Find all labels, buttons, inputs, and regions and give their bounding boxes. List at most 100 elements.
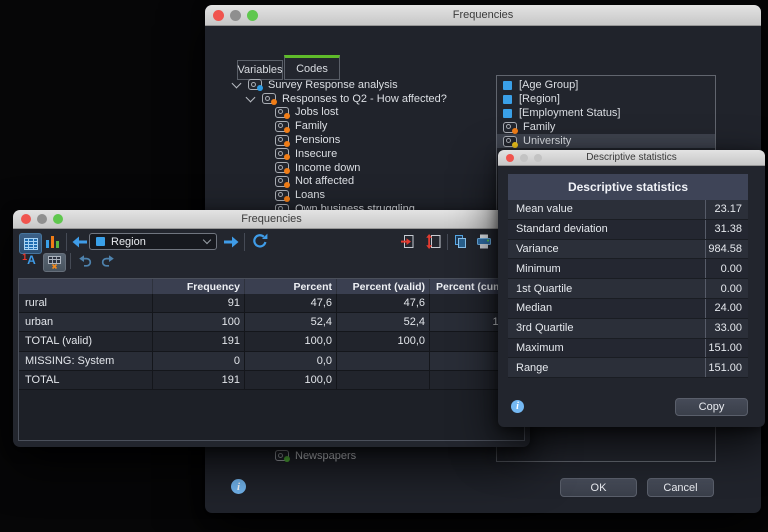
list-item[interactable]: Family: [497, 120, 715, 134]
sort-numeric-alpha-icon[interactable]: 1A: [20, 252, 38, 268]
code-icon: [503, 122, 517, 133]
export-document-icon[interactable]: [400, 234, 415, 249]
table-row[interactable]: MISSING: System 0 0,0: [19, 352, 524, 371]
cancel-button[interactable]: Cancel: [647, 478, 714, 497]
chevron-down-icon: [203, 236, 211, 244]
tab-variables[interactable]: Variables: [237, 60, 283, 80]
zoom-icon[interactable]: [53, 214, 63, 224]
stat-row: 1st Quartile 0.00: [508, 279, 748, 299]
list-item[interactable]: [Age Group]: [497, 78, 715, 92]
printer-icon[interactable]: [476, 234, 492, 249]
info-icon[interactable]: i: [511, 400, 524, 413]
stat-value: 24.00: [705, 299, 748, 318]
column-header[interactable]: [19, 279, 153, 294]
cell-percent-valid: 52,4: [337, 313, 430, 331]
tree-item[interactable]: Responses to Q2 - How affected?: [227, 92, 492, 106]
tree-item-label: Loans: [295, 189, 325, 201]
info-icon[interactable]: i: [231, 479, 246, 494]
cell-frequency: 100: [153, 313, 245, 331]
chevron-down-icon[interactable]: [232, 78, 242, 88]
column-header[interactable]: Percent: [245, 279, 337, 294]
code-icon: [275, 135, 289, 146]
tree-item[interactable]: Survey Response analysis: [227, 78, 492, 92]
results-title: Frequencies: [241, 213, 302, 225]
cell-label: TOTAL: [19, 371, 153, 389]
table-view-icon[interactable]: [19, 233, 42, 254]
stat-label: Maximum: [508, 339, 705, 358]
stat-label: Minimum: [508, 259, 705, 278]
list-item-label: [Region]: [519, 93, 560, 105]
column-header[interactable]: Frequency: [153, 279, 245, 294]
minimize-icon[interactable]: [37, 214, 47, 224]
tree-item-label: Family: [295, 120, 327, 132]
stat-row: Variance 984.58: [508, 240, 748, 260]
close-icon[interactable]: [21, 214, 31, 224]
cell-label: MISSING: System: [19, 352, 153, 370]
copy-button-label: Copy: [699, 401, 725, 413]
zoom-icon[interactable]: [247, 10, 258, 21]
column-header[interactable]: Percent (valid): [337, 279, 430, 294]
next-variable-icon[interactable]: [223, 236, 239, 248]
table-row[interactable]: urban 100 52,4 52,4 100,0: [19, 313, 524, 332]
table-row[interactable]: rural 91 47,6 47,6 47,6: [19, 294, 524, 313]
tree-item[interactable]: Loans: [227, 188, 492, 202]
tab-codes-label: Codes: [296, 63, 328, 75]
tab-codes[interactable]: Codes: [284, 55, 340, 80]
list-item[interactable]: [Region]: [497, 92, 715, 106]
stats-titlebar: Descriptive statistics: [498, 150, 765, 166]
ok-button-label: OK: [591, 482, 607, 494]
cell-frequency: 191: [153, 371, 245, 389]
list-item-label: [Employment Status]: [519, 107, 621, 119]
exchange-glyph: [426, 234, 441, 249]
cell-percent: 52,4: [245, 313, 337, 331]
close-icon[interactable]: [213, 10, 224, 21]
ok-button[interactable]: OK: [560, 478, 637, 497]
close-icon[interactable]: [506, 154, 514, 162]
tree-item[interactable]: Pensions: [227, 133, 492, 147]
redo-glyph: [101, 255, 115, 267]
undo-icon[interactable]: [78, 255, 92, 267]
table-row[interactable]: TOTAL 191 100,0: [19, 371, 524, 390]
toggle-missing-values-icon[interactable]: [43, 253, 66, 272]
refresh-icon[interactable]: [252, 233, 269, 249]
chart-view-icon[interactable]: [45, 234, 61, 248]
stat-value: 33.00: [705, 319, 748, 338]
stat-value: 23.17: [705, 200, 748, 219]
chevron-down-icon[interactable]: [246, 92, 256, 102]
tree-item[interactable]: Not affected: [227, 175, 492, 189]
tree-item[interactable]: Income down: [227, 161, 492, 175]
tree-item-label: Survey Response analysis: [268, 79, 398, 91]
tree-item[interactable]: Newspapers: [227, 449, 475, 463]
previous-variable-icon[interactable]: [72, 236, 88, 248]
list-item[interactable]: [Employment Status]: [497, 106, 715, 120]
redo-icon[interactable]: [101, 255, 115, 267]
tab-variables-label: Variables: [237, 64, 282, 76]
list-item-selected[interactable]: University: [497, 134, 715, 148]
table-body: rural 91 47,6 47,6 47,6 urban 100 52,4 5…: [19, 294, 524, 390]
table-row[interactable]: TOTAL (valid) 191 100,0 100,0: [19, 332, 524, 351]
export-exchange-icon[interactable]: [426, 234, 441, 249]
code-icon: [275, 190, 289, 201]
copy-icon[interactable]: [453, 234, 468, 249]
stat-value: 151.00: [705, 339, 748, 358]
right-arrow-glyph: [223, 236, 239, 248]
tree-item-label: Insecure: [295, 148, 337, 160]
tree-item[interactable]: Jobs lost: [227, 106, 492, 120]
list-item-label: Family: [523, 121, 555, 133]
cell-percent-valid: [337, 371, 430, 389]
statistics-table-title: Descriptive statistics: [508, 174, 748, 200]
copy-glyph: [453, 234, 468, 249]
variable-icon: [503, 95, 512, 104]
stat-row: Range 151.00: [508, 358, 748, 378]
stat-label: Median: [508, 299, 705, 318]
minimize-icon[interactable]: [230, 10, 241, 21]
tree-item[interactable]: Family: [227, 119, 492, 133]
variable-dropdown[interactable]: Region: [89, 233, 217, 250]
tree-item-label: Pensions: [295, 134, 340, 146]
copy-button[interactable]: Copy: [675, 398, 748, 416]
toolbar-separator: [244, 233, 245, 251]
stat-row: Median 24.00: [508, 299, 748, 319]
tree-item-label: Responses to Q2 - How affected?: [282, 93, 447, 105]
dialog-title: Frequencies: [453, 9, 514, 21]
tree-item[interactable]: Insecure: [227, 147, 492, 161]
